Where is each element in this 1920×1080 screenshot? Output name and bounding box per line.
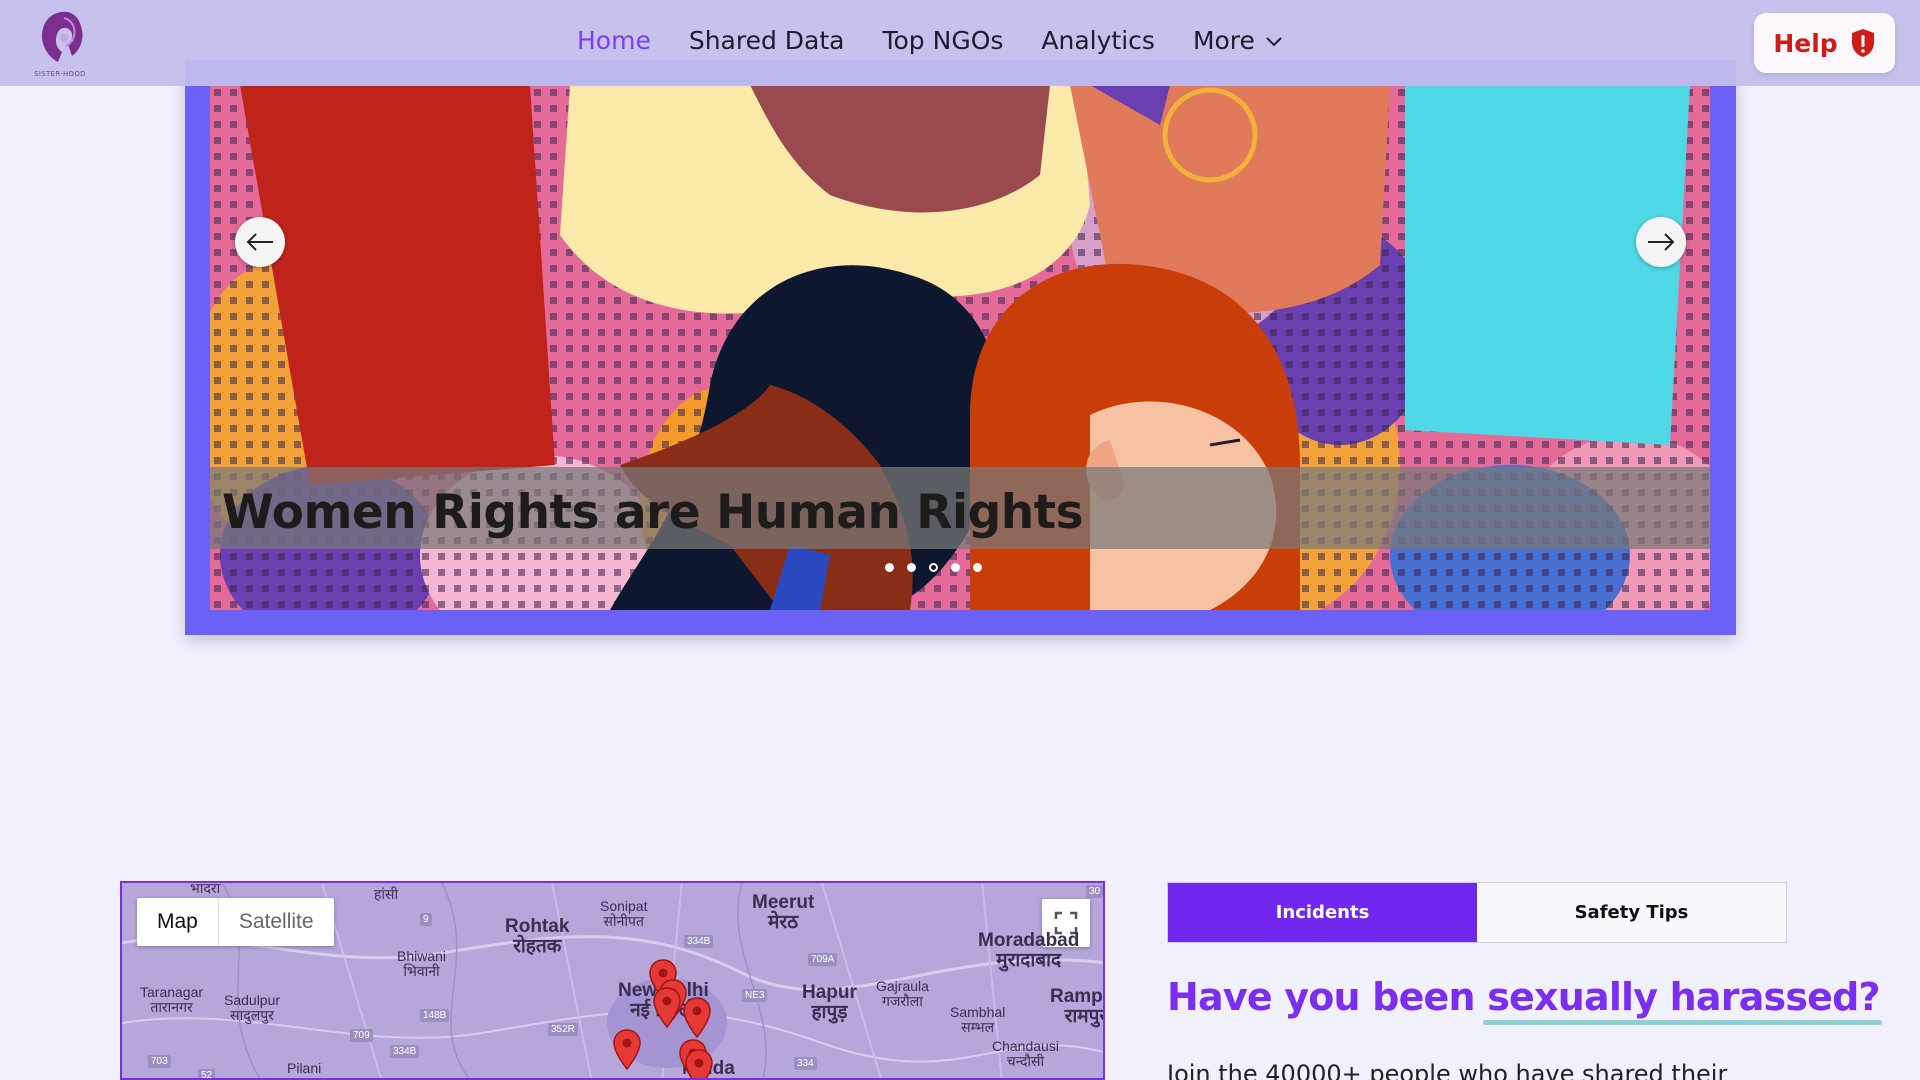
hero-caption: Women Rights are Human Rights — [222, 485, 1084, 540]
route-badge: 30 — [1086, 885, 1103, 898]
nav-more-dropdown[interactable]: More — [1193, 26, 1283, 55]
map-place-label: Sonipat सोनीपत — [600, 898, 648, 929]
nav-shared-data[interactable]: Shared Data — [689, 26, 845, 55]
map-place-label: Taranagar तारानगर — [140, 984, 204, 1015]
headline-highlight: sexually harassed? — [1487, 975, 1880, 1019]
help-button[interactable]: Help — [1754, 13, 1895, 73]
join-community-text: Join the 40000+ people who have shared t… — [1167, 1060, 1728, 1080]
map-pin-icon[interactable] — [652, 987, 682, 1029]
top-navbar: SISTER-HOOD Home Shared Data Top NGOs An… — [0, 0, 1920, 86]
map-place-label: Gajraula गजरौला — [876, 978, 929, 1009]
map-place-label: Rohtak रोहतक — [505, 916, 570, 957]
hero-slide-image: Women Rights are Human Rights — [210, 85, 1710, 610]
shield-alert-icon — [1851, 29, 1874, 57]
carousel-next-button[interactable] — [1636, 217, 1686, 267]
main-nav: Home Shared Data Top NGOs Analytics More — [577, 26, 1283, 55]
map-type-satellite[interactable]: Satellite — [219, 898, 334, 946]
map-place-label: Chandausi चन्दौसी — [992, 1038, 1059, 1069]
route-badge: 352R — [548, 1023, 578, 1036]
woman-silhouette-icon — [42, 11, 83, 62]
nav-analytics[interactable]: Analytics — [1041, 26, 1155, 55]
info-tabs: Incidents Safety Tips — [1167, 882, 1787, 943]
tab-incidents[interactable]: Incidents — [1168, 883, 1477, 942]
hero-carousel: Women Rights are Human Rights — [185, 60, 1736, 635]
route-badge: 148B — [420, 1009, 450, 1022]
carousel-dot[interactable] — [885, 563, 894, 572]
route-badge: 703 — [148, 1055, 171, 1068]
map-type-toggle: Map Satellite — [137, 898, 334, 946]
route-badge: 334B — [390, 1045, 420, 1058]
carousel-indicators — [885, 563, 982, 572]
map-place-label: Rampurरामपुर — [1050, 986, 1105, 1027]
incident-map[interactable]: Map Satellite भादरा हांसी Rohtak रोहतक So… — [120, 881, 1105, 1080]
map-place-label: Hapur हापुड़ — [802, 982, 857, 1023]
route-badge: NE3 — [742, 989, 768, 1002]
map-place-label: हांसी — [374, 886, 399, 902]
nav-home-label: Home — [577, 26, 651, 55]
route-badge: 709A — [808, 953, 838, 966]
route-badge: 709 — [350, 1029, 373, 1042]
carousel-dot-active[interactable] — [929, 563, 938, 572]
headline-prefix: Have you been — [1167, 975, 1488, 1019]
nav-shared-data-label: Shared Data — [688, 26, 845, 55]
nav-top-ngos[interactable]: Top NGOs — [882, 26, 1003, 55]
brand-logo-text: SISTER-HOOD — [34, 70, 86, 78]
tab-safety-tips[interactable]: Safety Tips — [1477, 883, 1786, 942]
hero-caption-band: Women Rights are Human Rights — [210, 467, 1710, 549]
carousel-dot[interactable] — [907, 563, 916, 572]
arrow-right-icon — [1648, 233, 1675, 251]
map-place-label: Pilani — [287, 1060, 322, 1076]
map-pin-icon[interactable] — [684, 1049, 714, 1080]
map-pin-icon[interactable] — [682, 997, 712, 1039]
route-badge: 52 — [198, 1069, 216, 1078]
map-place-label: भादरा — [190, 881, 221, 896]
route-badge: 9 — [420, 913, 432, 926]
map-place-label: Bhiwani भिवानी — [397, 948, 447, 979]
map-place-label: Sambhal सम्भल — [950, 1004, 1006, 1035]
arrow-left-icon — [246, 233, 273, 251]
route-badge: 334B — [684, 935, 714, 948]
map-place-label: Sadulpur सादुलपुर — [224, 992, 281, 1023]
nav-top-ngos-label: Top NGOs — [882, 26, 1004, 55]
brand-logo[interactable]: SISTER-HOOD — [28, 8, 92, 80]
help-label: Help — [1773, 28, 1838, 58]
map-pin-icon[interactable] — [612, 1029, 642, 1071]
chevron-down-icon — [1266, 36, 1282, 46]
map-place-label: Moradabad मुरादाबाद — [978, 930, 1080, 971]
carousel-prev-button[interactable] — [235, 217, 285, 267]
map-type-map[interactable]: Map — [137, 898, 219, 946]
map-place-label: Meerut मेरठ — [752, 892, 815, 933]
carousel-dot[interactable] — [973, 563, 982, 572]
nav-home[interactable]: Home — [577, 26, 651, 55]
nav-more-label: More — [1192, 26, 1255, 55]
carousel-dot[interactable] — [951, 563, 960, 572]
harassment-headline: Have you been sexually harassed? — [1167, 975, 1881, 1019]
route-badge: 334 — [794, 1057, 817, 1070]
nav-analytics-label: Analytics — [1041, 26, 1155, 55]
